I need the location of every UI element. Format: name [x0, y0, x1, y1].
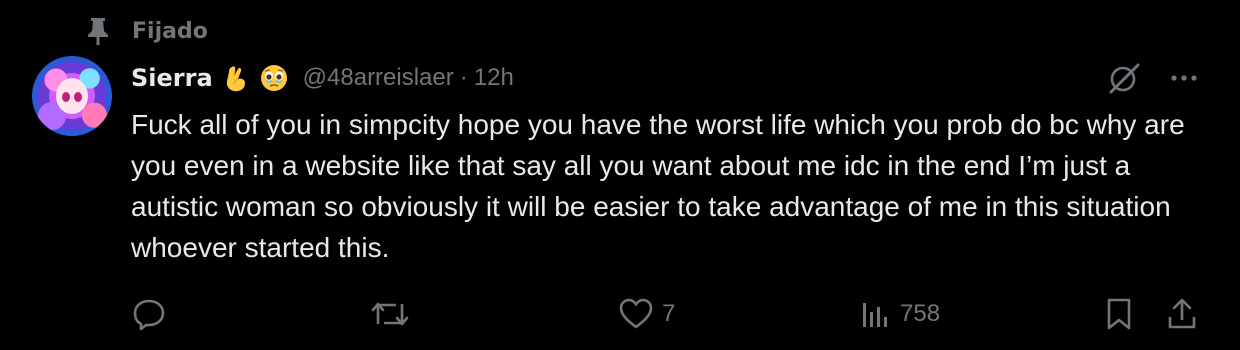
- crossed-fingers-emoji-icon: [221, 63, 251, 93]
- header-actions: [1106, 60, 1202, 96]
- repost-icon: [370, 297, 410, 331]
- bookmark-button[interactable]: [1104, 292, 1134, 336]
- grok-icon[interactable]: [1106, 60, 1142, 96]
- avatar[interactable]: [32, 56, 112, 136]
- action-bar: 7 758: [0, 292, 1240, 336]
- avatar-eye-left: [62, 92, 70, 102]
- tweet-header: Sierra @48arreislaer · 12h: [131, 58, 514, 98]
- pinned-label: Fijado: [132, 18, 208, 44]
- views-count: 758: [900, 300, 941, 327]
- share-button[interactable]: [1166, 292, 1198, 336]
- bookmark-icon: [1104, 297, 1134, 331]
- like-count: 7: [662, 300, 676, 327]
- views-button[interactable]: 758: [860, 292, 940, 336]
- reply-icon: [132, 297, 166, 331]
- more-icon[interactable]: [1166, 60, 1202, 96]
- repost-button[interactable]: [370, 292, 410, 336]
- holding-back-tears-emoji-icon: [259, 63, 289, 93]
- pinned-indicator: Fijado: [84, 14, 208, 48]
- share-icon: [1166, 297, 1198, 331]
- analytics-icon: [860, 298, 892, 330]
- user-handle[interactable]: @48arreislaer: [303, 64, 454, 92]
- reply-button[interactable]: [132, 292, 166, 336]
- separator-dot: ·: [459, 64, 468, 91]
- heart-icon: [618, 297, 654, 331]
- avatar-face: [56, 78, 88, 114]
- pin-icon: [84, 15, 112, 47]
- display-name[interactable]: Sierra: [131, 64, 213, 92]
- timestamp[interactable]: 12h: [474, 64, 514, 92]
- like-button[interactable]: 7: [618, 292, 675, 336]
- tweet-text: Fuck all of you in simpcity hope you hav…: [131, 109, 1185, 263]
- avatar-eye-right: [74, 92, 82, 102]
